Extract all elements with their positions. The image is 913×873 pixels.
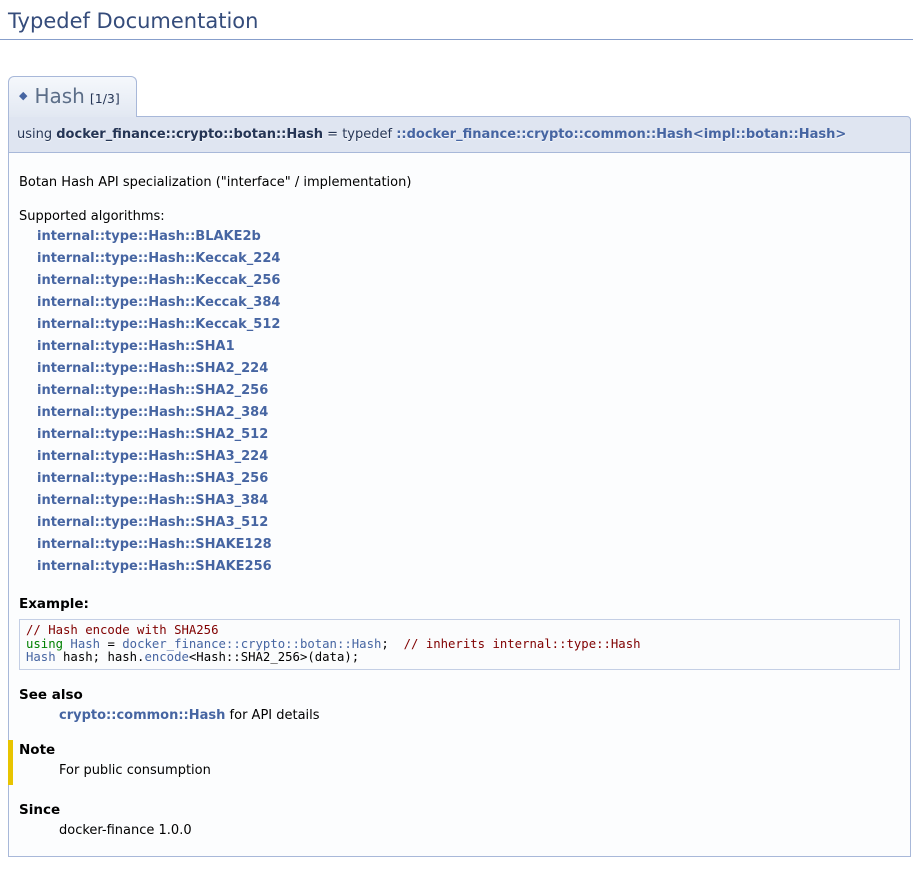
proto-template-args: <impl::botan::Hash> [693,127,846,142]
algorithm-link[interactable]: internal::type::Hash::SHAKE128 [37,534,900,556]
member-overload-index: [1/3] [90,91,120,106]
code-line: Hash hash; hash.encode<Hash::SHA2_256>(d… [26,651,893,665]
code-line: // Hash encode with SHA256 [26,624,893,638]
algorithm-link[interactable]: internal::type::Hash::SHA3_224 [37,446,900,468]
code-text: <Hash::SHA2_256>(data); [189,650,359,664]
member-summary: Botan Hash API specialization ("interfac… [19,175,900,190]
code-comment: // Hash encode with SHA256 [26,623,219,637]
algorithm-link[interactable]: internal::type::Hash::SHA3_512 [37,512,900,534]
code-link[interactable]: docker_finance::crypto::botan::Hash [122,637,381,651]
algorithm-link[interactable]: internal::type::Hash::BLAKE2b [37,226,900,248]
code-link[interactable]: Hash [26,650,56,664]
proto-typedef-name: docker_finance::crypto::botan::Hash [56,127,323,142]
member-documentation: Botan Hash API specialization ("interfac… [8,153,911,857]
algorithms-label: Supported algorithms: [19,209,900,224]
proto-using-keyword: using [17,127,56,142]
algorithm-link[interactable]: internal::type::Hash::SHAKE256 [37,556,900,578]
code-link[interactable]: encode [144,650,188,664]
algorithm-link[interactable]: internal::type::Hash::SHA1 [37,336,900,358]
see-also-label: See also [19,687,900,703]
member-item: ◆Hash[1/3] using docker_finance::crypto:… [8,76,911,857]
note-label: Note [19,742,900,758]
see-also-section: See also crypto::common::Hash for API de… [19,687,900,723]
algorithm-link[interactable]: internal::type::Hash::SHA3_384 [37,490,900,512]
example-label: Example: [19,596,900,612]
section-title: Typedef Documentation [0,0,913,40]
member-name: Hash [34,84,84,108]
proto-connector: = typedef [323,127,396,142]
code-fragment: // Hash encode with SHA256 using Hash = … [19,619,900,670]
code-line: using Hash = docker_finance::crypto::bot… [26,638,893,652]
see-also-link[interactable]: crypto::common::Hash [59,708,225,723]
code-link[interactable]: Hash [70,637,100,651]
see-also-content: crypto::common::Hash for API details [59,708,900,723]
note-text: For public consumption [59,763,900,778]
member-title-tab: ◆ Hash [1/3] [8,76,137,117]
algorithm-link[interactable]: internal::type::Hash::Keccak_512 [37,314,900,336]
member-prototype: using docker_finance::crypto::botan::Has… [8,116,911,153]
algorithm-link[interactable]: internal::type::Hash::SHA2_224 [37,358,900,380]
algorithm-link[interactable]: internal::type::Hash::Keccak_256 [37,270,900,292]
code-comment: // inherits internal::type::Hash [404,637,641,651]
algorithms-list: internal::type::Hash::BLAKE2b internal::… [37,226,900,578]
code-keyword: using [26,637,70,651]
code-text: = [100,637,122,651]
code-text: hash; hash. [56,650,145,664]
since-text: docker-finance 1.0.0 [59,823,900,838]
algorithm-link[interactable]: internal::type::Hash::Keccak_384 [37,292,900,314]
since-section: Since docker-finance 1.0.0 [19,802,900,838]
since-label: Since [19,802,900,818]
permalink-anchor-icon[interactable]: ◆ [19,89,27,102]
algorithm-link[interactable]: internal::type::Hash::SHA2_512 [37,424,900,446]
code-text: ; [381,637,403,651]
note-section: Note For public consumption [8,740,900,785]
algorithm-link[interactable]: internal::type::Hash::SHA3_256 [37,468,900,490]
algorithm-link[interactable]: internal::type::Hash::SHA2_384 [37,402,900,424]
see-also-suffix: for API details [225,708,319,723]
algorithm-link[interactable]: internal::type::Hash::Keccak_224 [37,248,900,270]
algorithm-link[interactable]: internal::type::Hash::SHA2_256 [37,380,900,402]
proto-target-link[interactable]: ::docker_finance::crypto::common::Hash [396,127,693,142]
